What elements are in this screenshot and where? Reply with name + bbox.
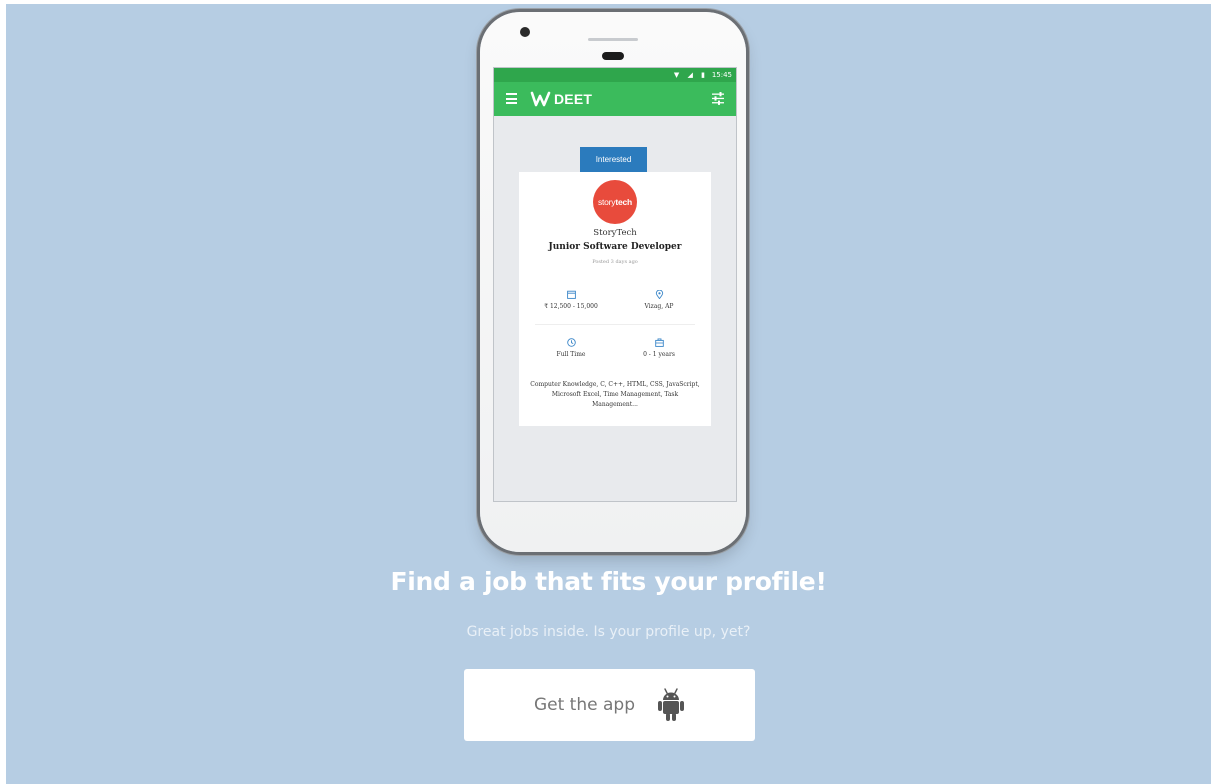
phone-mockup: ▼ ◢ ▮ 15:45 DEET Interested storytech St…	[480, 12, 746, 552]
phone-camera	[520, 27, 530, 37]
get-the-app-label: Get the app	[533, 695, 635, 715]
salary-info: ₹ 12,500 - 15,000	[523, 290, 619, 310]
logo-mark-icon	[530, 91, 551, 107]
interested-status-badge[interactable]: Interested	[580, 147, 647, 173]
salary-text: ₹ 12,500 - 15,000	[544, 303, 598, 310]
page-background: ▼ ◢ ▮ 15:45 DEET Interested storytech St…	[6, 4, 1211, 784]
phone-sensor	[602, 52, 624, 60]
calendar-icon	[566, 290, 576, 299]
promo-headline: Find a job that fits your profile!	[390, 567, 827, 596]
job-type-text: Full Time	[556, 351, 586, 358]
location-info: Vizag, AP	[611, 290, 707, 310]
status-time: 15:45	[711, 71, 732, 79]
company-name: StoryTech	[593, 228, 637, 238]
filter-icon[interactable]	[712, 92, 724, 105]
get-the-app-button[interactable]: Get the app	[464, 669, 755, 741]
job-card[interactable]: storytech StoryTech Junior Software Deve…	[519, 172, 711, 426]
app-bar: DEET	[494, 82, 736, 116]
location-text: Vizag, AP	[644, 303, 674, 310]
menu-icon[interactable]	[506, 93, 517, 104]
briefcase-icon	[654, 338, 664, 347]
location-pin-icon	[655, 290, 663, 299]
experience-text: 0 - 1 years	[643, 351, 675, 358]
status-bar: ▼ ◢ ▮ 15:45	[494, 68, 736, 82]
phone-earpiece	[588, 38, 638, 41]
logo-text: DEET	[554, 91, 593, 107]
skills-list: Computer Knowledge, C, C++, HTML, CSS, J…	[530, 381, 700, 408]
android-icon	[658, 688, 684, 721]
app-logo: DEET	[530, 89, 592, 109]
promo-subline: Great jobs inside. Is your profile up, y…	[466, 624, 751, 640]
clock-icon	[566, 338, 576, 347]
status-icons: ▼ ◢ ▮	[673, 71, 708, 79]
info-divider	[535, 324, 695, 325]
company-logo-text-part1: story	[597, 197, 616, 207]
job-title: Junior Software Developer	[548, 242, 682, 252]
company-logo-text-part2: tech	[615, 197, 633, 207]
experience-info: 0 - 1 years	[611, 338, 707, 358]
company-logo: storytech	[593, 180, 637, 224]
phone-screen: ▼ ◢ ▮ 15:45 DEET Interested storytech St…	[493, 67, 737, 502]
job-type-info: Full Time	[523, 338, 619, 358]
posted-date: Posted 3 days ago	[592, 259, 638, 265]
